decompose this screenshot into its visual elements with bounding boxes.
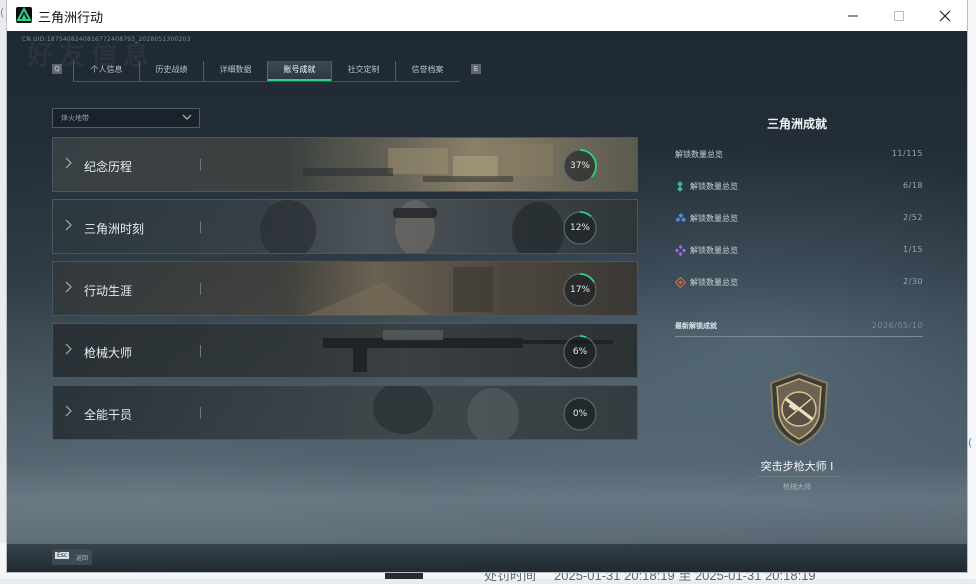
tab-social-custom[interactable]: 社交定制 [331, 61, 395, 81]
progress-percent: 12% [569, 223, 590, 233]
orange-tier-icon [675, 277, 686, 288]
tab-achievements[interactable]: 账号成就 [267, 61, 331, 81]
card-background-art [53, 386, 637, 439]
stat-label: 解锁数量总览 [690, 278, 738, 287]
desktop-glyph-right: ( [968, 436, 973, 449]
badge-name: 突击步枪大师 I [760, 460, 834, 473]
nav-prev-key[interactable]: Q [52, 64, 62, 74]
tabs-divider [73, 81, 460, 82]
desktop-right-edge [966, 0, 976, 579]
card-divider [200, 407, 201, 419]
stat-value: 2/52 [903, 213, 923, 222]
mode-dropdown[interactable]: 烽火地带 [52, 108, 200, 128]
app-logo-icon [16, 6, 32, 23]
total-unlock-row: 解锁数量总览 11/115 [675, 148, 923, 162]
recent-divider [675, 336, 923, 337]
back-button[interactable]: Esc 返回 [52, 549, 92, 565]
bottom-bar [7, 544, 967, 572]
nav-next-key[interactable]: E [471, 64, 481, 74]
card-background-art [53, 138, 637, 191]
badge-underline [757, 476, 841, 477]
maximize-button[interactable] [876, 0, 922, 31]
progress-percent: 0% [572, 409, 588, 419]
progress-percent: 17% [569, 285, 590, 295]
chevron-right-icon [63, 404, 73, 422]
progress-percent: 37% [569, 161, 590, 171]
chevron-right-icon [63, 156, 73, 174]
category-card-all-round-operator[interactable]: 全能干员 0% [52, 385, 638, 440]
stat-label: 解锁数量总览 [690, 214, 738, 223]
category-title: 枪械大师 [84, 346, 133, 360]
tier-row-blue: 解锁数量总览 2/52 [675, 212, 923, 226]
card-divider [200, 221, 201, 233]
category-title: 三角洲时刻 [84, 222, 145, 236]
card-divider [200, 345, 201, 357]
game-client: 好友信息 CN UID:1875408240816772408793_20280… [7, 31, 967, 572]
mode-dropdown-label: 烽火地带 [61, 114, 89, 122]
title-bar: 三角洲行动 [7, 0, 967, 32]
tier-row-teal: 解锁数量总览 6/18 [675, 180, 923, 194]
category-card-memorial[interactable]: 纪念历程 37% [52, 137, 638, 192]
category-title: 行动生涯 [84, 284, 133, 298]
blue-tier-icon [675, 213, 686, 223]
purple-tier-icon [675, 245, 686, 256]
nav-tabs: 个人信息 历史战绩 详细数据 账号成就 社交定制 信誉档案 [73, 61, 459, 81]
card-divider [200, 283, 201, 295]
stat-value: 6/18 [903, 181, 923, 190]
stat-label: 解锁数量总览 [675, 150, 723, 159]
card-background-art [53, 262, 637, 315]
chevron-right-icon [63, 218, 73, 236]
tab-personal-info[interactable]: 个人信息 [73, 61, 139, 81]
stat-value: 11/115 [891, 149, 923, 158]
stat-value: 1/15 [903, 245, 923, 254]
progress-percent: 6% [572, 347, 588, 357]
minimize-button[interactable] [830, 0, 876, 31]
tab-credit-record[interactable]: 信誉档案 [395, 61, 459, 81]
teal-tier-icon [677, 181, 683, 192]
badge-category: 枪械大师 [783, 483, 811, 491]
window-title: 三角洲行动 [38, 11, 104, 26]
chevron-down-icon [181, 111, 193, 126]
player-uid: CN UID:1875408240816772408793_2028051300… [22, 36, 191, 43]
back-button-label: 返回 [76, 555, 89, 562]
panel-title: 三角洲成就 [766, 117, 827, 131]
rifle-master-badge-icon[interactable] [767, 371, 831, 447]
tier-row-orange: 解锁数量总览 2/30 [675, 276, 923, 290]
category-title: 纪念历程 [84, 160, 133, 174]
tab-detailed-data[interactable]: 详细数据 [203, 61, 267, 81]
close-button[interactable] [922, 0, 967, 31]
recent-unlock-label: 最新解锁成就 [675, 322, 717, 330]
app-window: 三角洲行动 好友信息 CN UID:1875408240816772408793… [7, 0, 967, 572]
category-card-weapon-master[interactable]: 枪械大师 6% [52, 323, 638, 378]
category-card-delta-moments[interactable]: 三角洲时刻 12% [52, 199, 638, 254]
esc-key-icon: Esc [55, 552, 70, 559]
tier-row-purple: 解锁数量总览 1/15 [675, 244, 923, 258]
category-title: 全能干员 [84, 408, 133, 422]
stat-label: 解锁数量总览 [690, 182, 738, 191]
stat-value: 2/30 [903, 277, 923, 286]
chevron-right-icon [63, 342, 73, 360]
chevron-right-icon [63, 280, 73, 298]
recent-unlock-date: 2026/05/10 [871, 321, 923, 330]
recent-unlock-header: 最新解锁成就 2026/05/10 [675, 321, 923, 335]
card-background-art [53, 324, 637, 377]
stat-label: 解锁数量总览 [690, 246, 738, 255]
card-divider [200, 159, 201, 171]
desktop-glyph-left: ( [0, 6, 5, 19]
tab-match-history[interactable]: 历史战绩 [139, 61, 203, 81]
category-card-operation-career[interactable]: 行动生涯 17% [52, 261, 638, 316]
